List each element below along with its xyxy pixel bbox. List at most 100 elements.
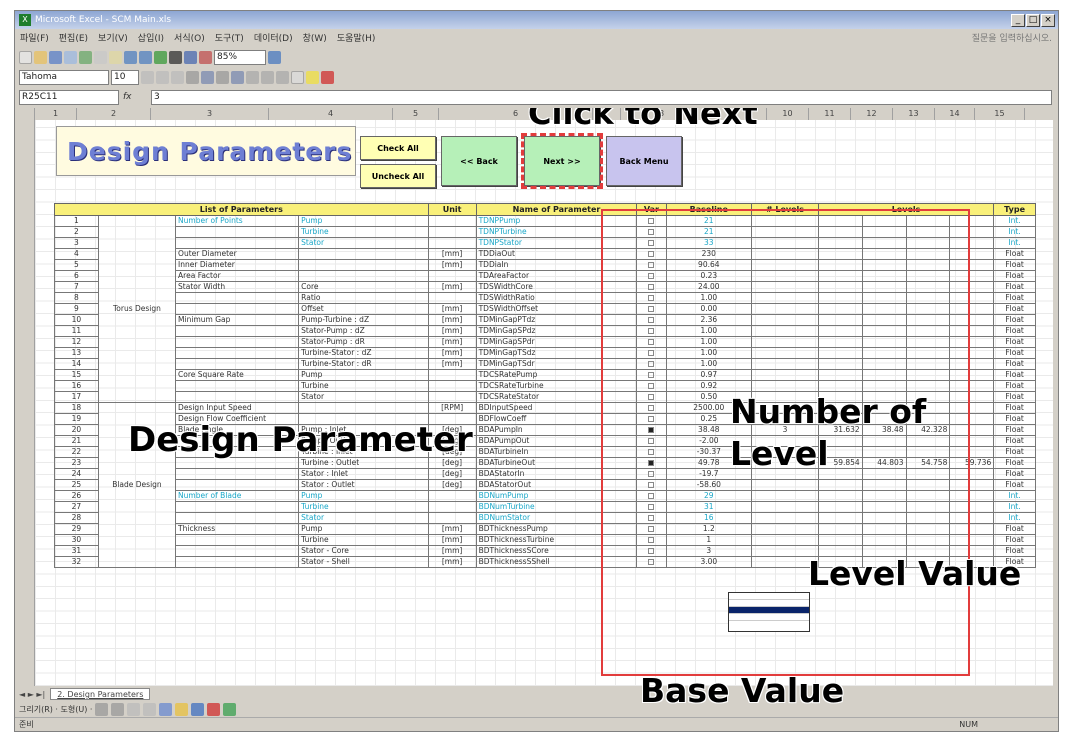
level-value-cell[interactable]	[861, 215, 907, 227]
level-value-cell[interactable]	[861, 501, 907, 513]
var-checkbox-cell[interactable]	[636, 325, 667, 337]
level-value-cell[interactable]	[817, 358, 863, 370]
subparameter-cell[interactable]	[298, 248, 429, 260]
save-icon[interactable]	[49, 50, 62, 64]
subparameter-cell[interactable]: Turbine	[298, 226, 429, 238]
unit-cell[interactable]: [mm]	[427, 545, 477, 557]
var-checkbox-cell[interactable]	[636, 391, 667, 403]
subparameter-cell[interactable]: Stator-Pump : dR	[298, 336, 429, 348]
var-checkbox-cell[interactable]	[636, 435, 667, 447]
var-checkbox-cell[interactable]	[636, 270, 667, 282]
subparameter-cell[interactable]: Ratio	[298, 292, 429, 304]
help-icon[interactable]	[268, 50, 281, 64]
level-value-cell[interactable]	[817, 490, 863, 502]
category-cell[interactable]	[175, 347, 300, 359]
baseline-cell[interactable]: 3	[665, 545, 753, 557]
unit-cell[interactable]: [deg]	[427, 468, 477, 480]
draw-menu[interactable]: 그리기(R) · 도형(U) ·	[19, 704, 92, 715]
parameter-name-cell[interactable]: BDThicknessSCore	[475, 545, 638, 557]
level-value-cell[interactable]	[905, 501, 951, 513]
menu-tools[interactable]: 도구(T)	[210, 31, 249, 44]
font-select[interactable]: Tahoma	[19, 69, 109, 85]
num-levels-cell[interactable]	[751, 270, 819, 282]
subparameter-cell[interactable]: Turbine	[298, 534, 429, 546]
parameter-name-cell[interactable]: BDNumStator	[475, 512, 638, 524]
baseline-cell[interactable]: 31	[665, 501, 753, 513]
unit-cell[interactable]	[427, 292, 477, 304]
parameter-name-cell[interactable]: BDThicknessPump	[475, 523, 638, 535]
parameter-name-cell[interactable]: TDCSRateTurbine	[475, 380, 638, 392]
num-levels-cell[interactable]	[751, 479, 819, 491]
subparameter-cell[interactable]	[298, 270, 429, 282]
column-header[interactable]: 1	[35, 108, 77, 120]
unit-cell[interactable]	[427, 380, 477, 392]
category-cell[interactable]: Core Square Rate	[175, 369, 300, 381]
category-cell[interactable]	[175, 380, 300, 392]
var-checkbox[interactable]	[648, 383, 655, 389]
column-header[interactable]: 5	[393, 108, 439, 120]
baseline-cell[interactable]: 1.00	[665, 358, 753, 370]
unit-cell[interactable]: [mm]	[427, 314, 477, 326]
line-color-icon[interactable]	[191, 702, 205, 716]
level-value-cell[interactable]	[905, 226, 951, 238]
level-value-cell[interactable]	[861, 226, 907, 238]
num-levels-cell[interactable]	[751, 259, 819, 271]
level-value-cell[interactable]	[817, 292, 863, 304]
baseline-cell[interactable]: 1.00	[665, 336, 753, 348]
level-value-cell[interactable]	[949, 479, 995, 491]
level-value-cell[interactable]	[949, 259, 995, 271]
column-header[interactable]: 2	[77, 108, 151, 120]
var-checkbox[interactable]	[648, 394, 655, 400]
column-header[interactable]: 14	[935, 108, 975, 120]
var-checkbox[interactable]	[648, 493, 655, 499]
parameter-name-cell[interactable]: BDFlowCoeff	[475, 413, 638, 425]
level-value-cell[interactable]	[905, 523, 951, 535]
paste-icon[interactable]	[109, 50, 122, 64]
redo-icon[interactable]	[139, 50, 152, 64]
type-cell[interactable]: Float	[993, 314, 1036, 326]
unit-cell[interactable]: [mm]	[427, 281, 477, 293]
var-checkbox-cell[interactable]	[636, 336, 667, 348]
parameter-name-cell[interactable]: BDAStatorIn	[475, 468, 638, 480]
var-checkbox[interactable]	[648, 548, 655, 554]
level-value-cell[interactable]	[861, 336, 907, 348]
baseline-cell[interactable]: 1.00	[665, 325, 753, 337]
font-color-icon[interactable]	[321, 70, 334, 84]
var-checkbox-cell[interactable]	[636, 512, 667, 524]
unit-cell[interactable]: [mm]	[427, 336, 477, 348]
var-checkbox[interactable]	[648, 251, 655, 257]
hyperlink-icon[interactable]	[154, 50, 167, 64]
var-checkbox-cell[interactable]	[636, 413, 667, 425]
level-value-cell[interactable]	[949, 402, 995, 414]
column-header[interactable]: 13	[893, 108, 935, 120]
sort-icon[interactable]	[184, 50, 197, 64]
type-cell[interactable]: Float	[993, 270, 1036, 282]
unit-cell[interactable]: [mm]	[427, 248, 477, 260]
var-checkbox-cell[interactable]	[636, 534, 667, 546]
parameter-name-cell[interactable]: BDAPumpOut	[475, 435, 638, 447]
level-value-cell[interactable]	[817, 336, 863, 348]
type-cell[interactable]: Int.	[993, 226, 1036, 238]
italic-icon[interactable]	[156, 70, 169, 84]
baseline-cell[interactable]: 3.00	[665, 556, 753, 568]
var-checkbox-cell[interactable]	[636, 479, 667, 491]
var-checkbox[interactable]	[648, 306, 655, 312]
zoom-select[interactable]: 85%	[214, 49, 266, 65]
parameter-name-cell[interactable]: TDAreaFactor	[475, 270, 638, 282]
minimize-button[interactable]: _	[1011, 13, 1025, 27]
type-cell[interactable]: Int.	[993, 501, 1036, 513]
var-checkbox[interactable]	[648, 482, 655, 488]
category-cell[interactable]: Area Factor	[175, 270, 300, 282]
type-cell[interactable]: Int.	[993, 490, 1036, 502]
num-levels-cell[interactable]	[751, 369, 819, 381]
var-checkbox[interactable]	[648, 471, 655, 477]
level-value-cell[interactable]	[905, 303, 951, 315]
parameter-name-cell[interactable]: TDDiaOut	[475, 248, 638, 260]
next-button[interactable]: Next >>	[521, 133, 603, 189]
parameter-name-cell[interactable]: BDThicknessSShell	[475, 556, 638, 568]
rectangle-icon[interactable]	[127, 702, 141, 716]
category-cell[interactable]	[175, 226, 300, 238]
category-cell[interactable]	[175, 545, 300, 557]
level-value-cell[interactable]	[817, 501, 863, 513]
unit-cell[interactable]: [mm]	[427, 259, 477, 271]
